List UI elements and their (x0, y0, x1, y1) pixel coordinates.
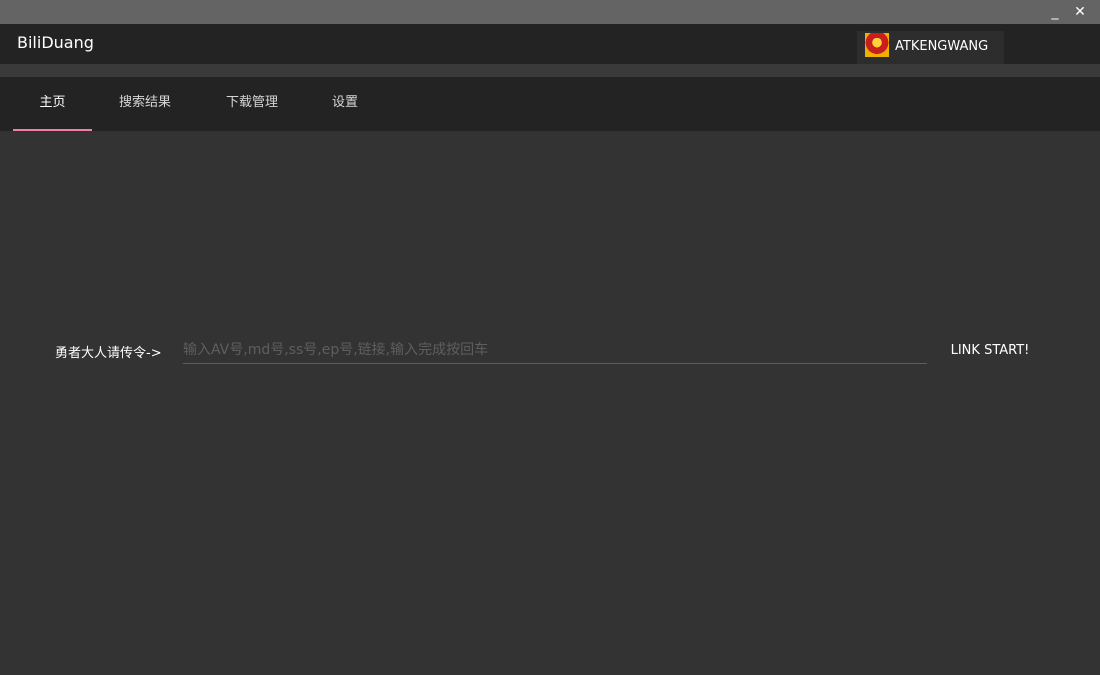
window-chrome-bar: _ ✕ (0, 0, 1100, 24)
tab-settings[interactable]: 设置 (318, 77, 372, 131)
tab-home[interactable]: 主页 (13, 77, 92, 131)
tab-download-manager[interactable]: 下载管理 (212, 77, 292, 131)
title-bar: BiliDuang ATKENGWANG (0, 24, 1100, 64)
command-input[interactable] (183, 337, 927, 364)
avatar-icon (865, 33, 889, 57)
user-profile-button[interactable]: ATKENGWANG (857, 31, 1004, 64)
command-label: 勇者大人请传令-> (55, 346, 162, 361)
tab-search-results[interactable]: 搜索结果 (105, 77, 185, 131)
minimize-icon[interactable]: _ (1044, 2, 1066, 22)
link-start-button[interactable]: LINK START! (944, 336, 1036, 366)
main-content: 勇者大人请传令-> LINK START! (0, 131, 1100, 675)
header-divider-strip (0, 64, 1100, 77)
app-title: BiliDuang (17, 33, 94, 52)
username-label: ATKENGWANG (895, 39, 989, 54)
close-icon[interactable]: ✕ (1069, 2, 1091, 22)
tab-bar: 主页 搜索结果 下载管理 设置 (0, 77, 1100, 131)
